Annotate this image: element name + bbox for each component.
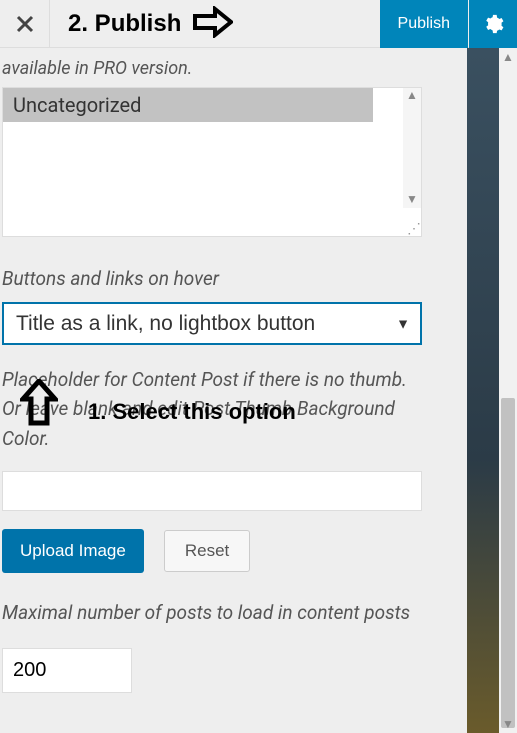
category-item[interactable]: Uncategorized (3, 88, 373, 122)
categories-box[interactable]: Uncategorized ▲ ▼ ⋰ (2, 87, 422, 237)
annotation-step-2: 2. Publish (68, 10, 181, 38)
close-icon (15, 14, 35, 34)
publish-button[interactable]: Publish (380, 0, 468, 48)
settings-button[interactable] (469, 0, 517, 48)
reset-button[interactable]: Reset (164, 530, 250, 572)
hover-option-label: Buttons and links on hover (2, 267, 455, 290)
placeholder-image-input[interactable] (2, 471, 422, 511)
resize-handle-icon[interactable]: ⋰ (407, 224, 419, 234)
close-button[interactable] (0, 0, 50, 48)
preview-strip: ▲ ▼ (467, 48, 517, 733)
upload-image-button[interactable]: Upload Image (2, 529, 144, 573)
panel-scrollbar[interactable]: ▲ ▼ (499, 48, 517, 733)
arrow-right-icon (193, 6, 233, 42)
gear-icon (482, 13, 504, 35)
max-posts-input[interactable] (2, 648, 132, 693)
customizer-panel: available in PRO version. Uncategorized … (0, 48, 467, 733)
max-posts-label: Maximal number of posts to load in conte… (2, 601, 455, 624)
pro-note: available in PRO version. (2, 58, 455, 79)
hover-option-select[interactable]: Title as a link, no lightbox button (2, 302, 422, 345)
placeholder-desc: Placeholder for Content Post if there is… (2, 365, 422, 453)
categories-scrollbar[interactable]: ▲ ▼ (403, 88, 421, 208)
